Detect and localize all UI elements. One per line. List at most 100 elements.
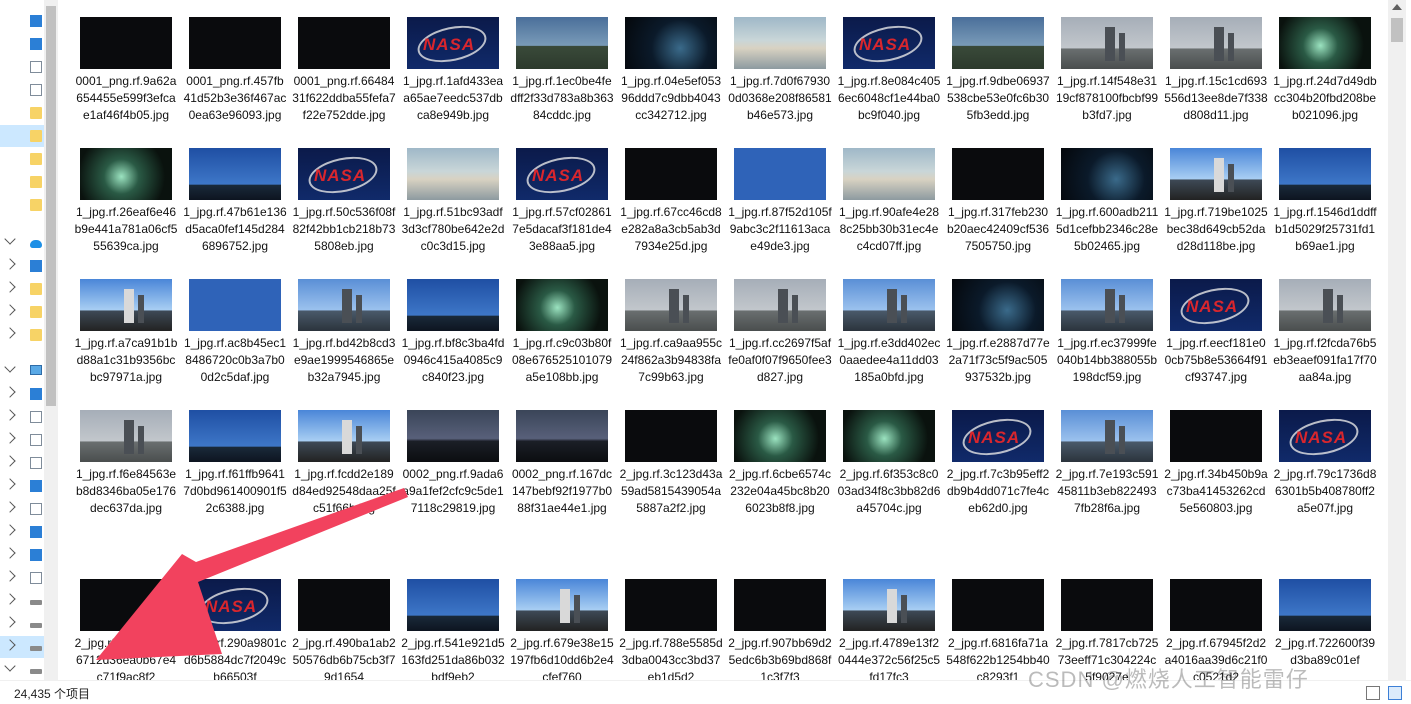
file-item[interactable]: NASA 1_jpg.rf.1afd433eaa65ae7eedc537dbca8… bbox=[387, 17, 503, 148]
file-item[interactable]: 1_jpg.rf.fcdd2e189d84ed92548daa25fc51f66… bbox=[278, 410, 396, 541]
chevron-right-icon[interactable] bbox=[4, 570, 16, 582]
nav-tree-item[interactable] bbox=[0, 56, 44, 78]
file-item[interactable]: NASA 1_jpg.rf.eecf181e00cb75b8e53664f91cf… bbox=[1150, 279, 1267, 410]
file-item[interactable]: 2_jpg.rf.34b450b9ac73ba41453262cd5e56080… bbox=[1150, 410, 1268, 541]
file-item[interactable]: 1_jpg.rf.15c1cd693556d13ee8de7f338d808d1… bbox=[1150, 17, 1268, 148]
file-item[interactable]: 2_jpg.rf.541e921d5163fd251da86b032bdf9eb… bbox=[387, 579, 505, 680]
file-item[interactable]: 1_jpg.rf.f2fcda76b5eb3eaef091fa17f70aa84… bbox=[1259, 279, 1377, 410]
nav-tree-item[interactable] bbox=[0, 636, 44, 658]
chevron-right-icon[interactable] bbox=[4, 593, 16, 605]
details-view-icon[interactable] bbox=[1366, 686, 1380, 700]
file-item[interactable]: 1_jpg.rf.ac8b45ec18486720c0b3a7b00d2c5da… bbox=[169, 279, 286, 410]
nav-tree-item[interactable] bbox=[0, 171, 44, 193]
chevron-right-icon[interactable] bbox=[4, 639, 16, 651]
file-item[interactable]: NASA 2_jpg.rf.79c1736d86301b5b408780ff2a5… bbox=[1259, 410, 1376, 541]
file-item[interactable]: 1_jpg.rf.1546d1ddffb1d5029f25731fd1b69ae… bbox=[1259, 148, 1377, 279]
file-item[interactable]: 2_jpg.rf.6cbe6574c232e04a45bc8b206023b8f… bbox=[714, 410, 831, 541]
nav-tree-item[interactable] bbox=[0, 278, 44, 300]
file-item[interactable]: 0001_png.rf.457fb41d52b3e36f467ac0ea63e9… bbox=[169, 17, 286, 148]
nav-tree-item[interactable] bbox=[0, 429, 44, 451]
nav-tree-item[interactable] bbox=[0, 33, 44, 55]
chevron-down-icon[interactable] bbox=[4, 233, 16, 245]
file-item[interactable]: 1_jpg.rf.600adb2115d1cefbb2346c28e5b0246… bbox=[1041, 148, 1158, 279]
nav-tree-item[interactable] bbox=[0, 613, 44, 635]
file-item[interactable]: 2_jpg.rf.4789e13f20444e372c56f25c5fd17fc… bbox=[823, 579, 940, 680]
file-item[interactable]: 1_jpg.rf.e3dd402ec0aaedee4a11dd03185a0bf… bbox=[823, 279, 940, 410]
chevron-right-icon[interactable] bbox=[4, 304, 16, 316]
file-item[interactable]: 1_jpg.rf.bd42b8cd3e9ae1999546865eb32a794… bbox=[278, 279, 395, 410]
chevron-right-icon[interactable] bbox=[4, 432, 16, 444]
file-item[interactable]: 1_jpg.rf.e2887d77e2a71f73c5f9ac505937532… bbox=[932, 279, 1050, 410]
chevron-right-icon[interactable] bbox=[4, 258, 16, 270]
chevron-right-icon[interactable] bbox=[4, 455, 16, 467]
file-item[interactable]: 2_jpg.rf.907bb69d25edc6b3b69bd868f1c3f7f… bbox=[714, 579, 832, 680]
chevron-right-icon[interactable] bbox=[4, 478, 16, 490]
file-item[interactable]: 1_jpg.rf.cc2697f5affe0af0f07f9650fee3d82… bbox=[714, 279, 832, 410]
file-item[interactable]: 1_jpg.rf.ca9aa955c24f862a3b94838fa7c99b6… bbox=[605, 279, 722, 410]
nav-tree-item[interactable] bbox=[0, 10, 44, 32]
file-item[interactable]: 2_jpg.rf.7e193c59145811b3eb8224937fb28f6… bbox=[1041, 410, 1158, 541]
file-item[interactable]: 2_jpg.rf.3c123d43a59ad5815439054a5887a2f… bbox=[605, 410, 722, 541]
file-item[interactable]: 1_jpg.rf.04e5ef05396ddd7c9dbb4043cc34271… bbox=[605, 17, 721, 148]
nav-tree-item[interactable] bbox=[0, 452, 44, 474]
file-item[interactable]: NASA 1_jpg.rf.50c536f08f82f42bb1cb218b735… bbox=[278, 148, 395, 279]
nav-tree-item[interactable] bbox=[0, 498, 44, 520]
file-item[interactable]: 1_jpg.rf.bf8c3ba4fd0946c415a4085c9c840f2… bbox=[387, 279, 504, 410]
file-item[interactable]: 0002_png.rf.167dc147bebf92f1977b088f31ae… bbox=[496, 410, 612, 541]
nav-tree-item[interactable] bbox=[0, 301, 44, 323]
file-item[interactable]: 1_jpg.rf.1ec0be4fedff2f33d783a8b36384cdd… bbox=[496, 17, 614, 148]
file-item[interactable]: 1_jpg.rf.a7ca91b1bd88a1c31b9356bcbc97971… bbox=[60, 279, 177, 410]
file-item[interactable]: 1_jpg.rf.317feb230b20aec42409cf536750575… bbox=[932, 148, 1049, 279]
file-item[interactable]: 2_jpg.rf.679e38e15197fb6d10dd6b2e4cfef76… bbox=[496, 579, 614, 680]
file-item[interactable]: 1_jpg.rf.9dbe06937538cbe53e0fc6b305fb3ed… bbox=[932, 17, 1050, 148]
file-item[interactable]: 2_jpg.rf.6816fa71a548f622b1254bb40c8293f… bbox=[932, 579, 1050, 680]
nav-tree-item[interactable] bbox=[0, 659, 44, 681]
navigation-pane-scrollbar[interactable] bbox=[44, 0, 58, 680]
large-icons-view-icon[interactable] bbox=[1388, 686, 1402, 700]
file-item[interactable]: NASA 2_jpg.rf.290a9801cd6b5884dc7f2049cb6… bbox=[169, 579, 286, 680]
chevron-right-icon[interactable] bbox=[4, 386, 16, 398]
nav-tree-item[interactable] bbox=[0, 324, 44, 346]
chevron-right-icon[interactable] bbox=[4, 547, 16, 559]
file-item[interactable]: 1_jpg.rf.719be1025bec38d649cb52dad28d118… bbox=[1150, 148, 1268, 279]
navigation-pane-scroll-thumb[interactable] bbox=[46, 6, 56, 406]
nav-tree-item[interactable] bbox=[0, 406, 44, 428]
chevron-right-icon[interactable] bbox=[4, 501, 16, 513]
file-item[interactable]: 1_jpg.rf.47b61e136d5aca0fef145d284689675… bbox=[169, 148, 287, 279]
chevron-down-icon[interactable] bbox=[4, 660, 16, 672]
file-item[interactable]: 0001_png.rf.6648431f622ddba55fefa7f22e75… bbox=[278, 17, 396, 148]
file-item[interactable]: 1_jpg.rf.67cc46cd8e282a8a3cb5ab3d7934e25… bbox=[605, 148, 722, 279]
nav-tree-item[interactable] bbox=[0, 102, 44, 124]
nav-tree-item[interactable] bbox=[0, 360, 44, 382]
file-item[interactable]: 1_jpg.rf.14f548e3119cf878100fbcbf99b3fd7… bbox=[1041, 17, 1158, 148]
chevron-right-icon[interactable] bbox=[4, 281, 16, 293]
nav-tree-item[interactable] bbox=[0, 567, 44, 589]
chevron-right-icon[interactable] bbox=[4, 616, 16, 628]
chevron-right-icon[interactable] bbox=[4, 524, 16, 536]
nav-tree-item[interactable] bbox=[0, 383, 44, 405]
nav-tree-item[interactable] bbox=[0, 475, 44, 497]
file-item[interactable]: 1_jpg.rf.24d7d49dbcc304b20fbd208beb02109… bbox=[1259, 17, 1377, 148]
file-item[interactable]: 1_jpg.rf.7d0f679300d0368e208f86581b46e57… bbox=[714, 17, 832, 148]
file-item[interactable]: 1_jpg.rf.c9c03b80f08e676525101079a5e108b… bbox=[496, 279, 612, 410]
scroll-up-arrow-icon[interactable] bbox=[1392, 4, 1402, 10]
file-item[interactable]: 1_jpg.rf.f61ffb96417d0bd961400901f52c638… bbox=[169, 410, 287, 541]
nav-tree-item[interactable] bbox=[0, 544, 44, 566]
nav-tree-item[interactable] bbox=[0, 590, 44, 612]
file-item[interactable]: 2_jpg.rf.1a2b7c9e36712d36ea0b67e4c71f9ac… bbox=[60, 579, 177, 680]
file-item[interactable]: 2_jpg.rf.788e5585d3dba0043cc3bd37eb1d5d2 bbox=[605, 579, 723, 680]
file-item[interactable]: 1_jpg.rf.87f52d105f9abc3c2f11613acae49de… bbox=[714, 148, 832, 279]
nav-tree-item[interactable] bbox=[0, 521, 44, 543]
file-item[interactable]: 2_jpg.rf.490ba1ab250576db6b75cb3f79d1654 bbox=[278, 579, 396, 680]
nav-tree-item[interactable] bbox=[0, 148, 44, 170]
file-item[interactable]: 1_jpg.rf.f6e84563eb8d8346ba05e176dec637d… bbox=[60, 410, 176, 541]
nav-tree-item[interactable] bbox=[0, 232, 44, 254]
file-item[interactable]: 2_jpg.rf.6f353c8c003ad34f8c3bb82d6a45704… bbox=[823, 410, 940, 541]
chevron-down-icon[interactable] bbox=[4, 361, 16, 373]
file-item[interactable]: 0001_png.rf.9a62a654455e599f3efcae1af46f… bbox=[60, 17, 176, 148]
file-item[interactable]: 0002_png.rf.9ada6a9a1fef2cfc9c5de17118c2… bbox=[387, 410, 504, 541]
file-item[interactable]: 1_jpg.rf.ec37999fe040b14bb388055b198dcf5… bbox=[1041, 279, 1157, 410]
nav-tree-item[interactable] bbox=[0, 79, 44, 101]
file-item[interactable]: 1_jpg.rf.90afe4e288c25bb30b31ec4ec4cd07f… bbox=[823, 148, 939, 279]
file-item[interactable]: NASA 2_jpg.rf.7c3b95eff2db9b4dd071c7fe4ce… bbox=[932, 410, 1049, 541]
